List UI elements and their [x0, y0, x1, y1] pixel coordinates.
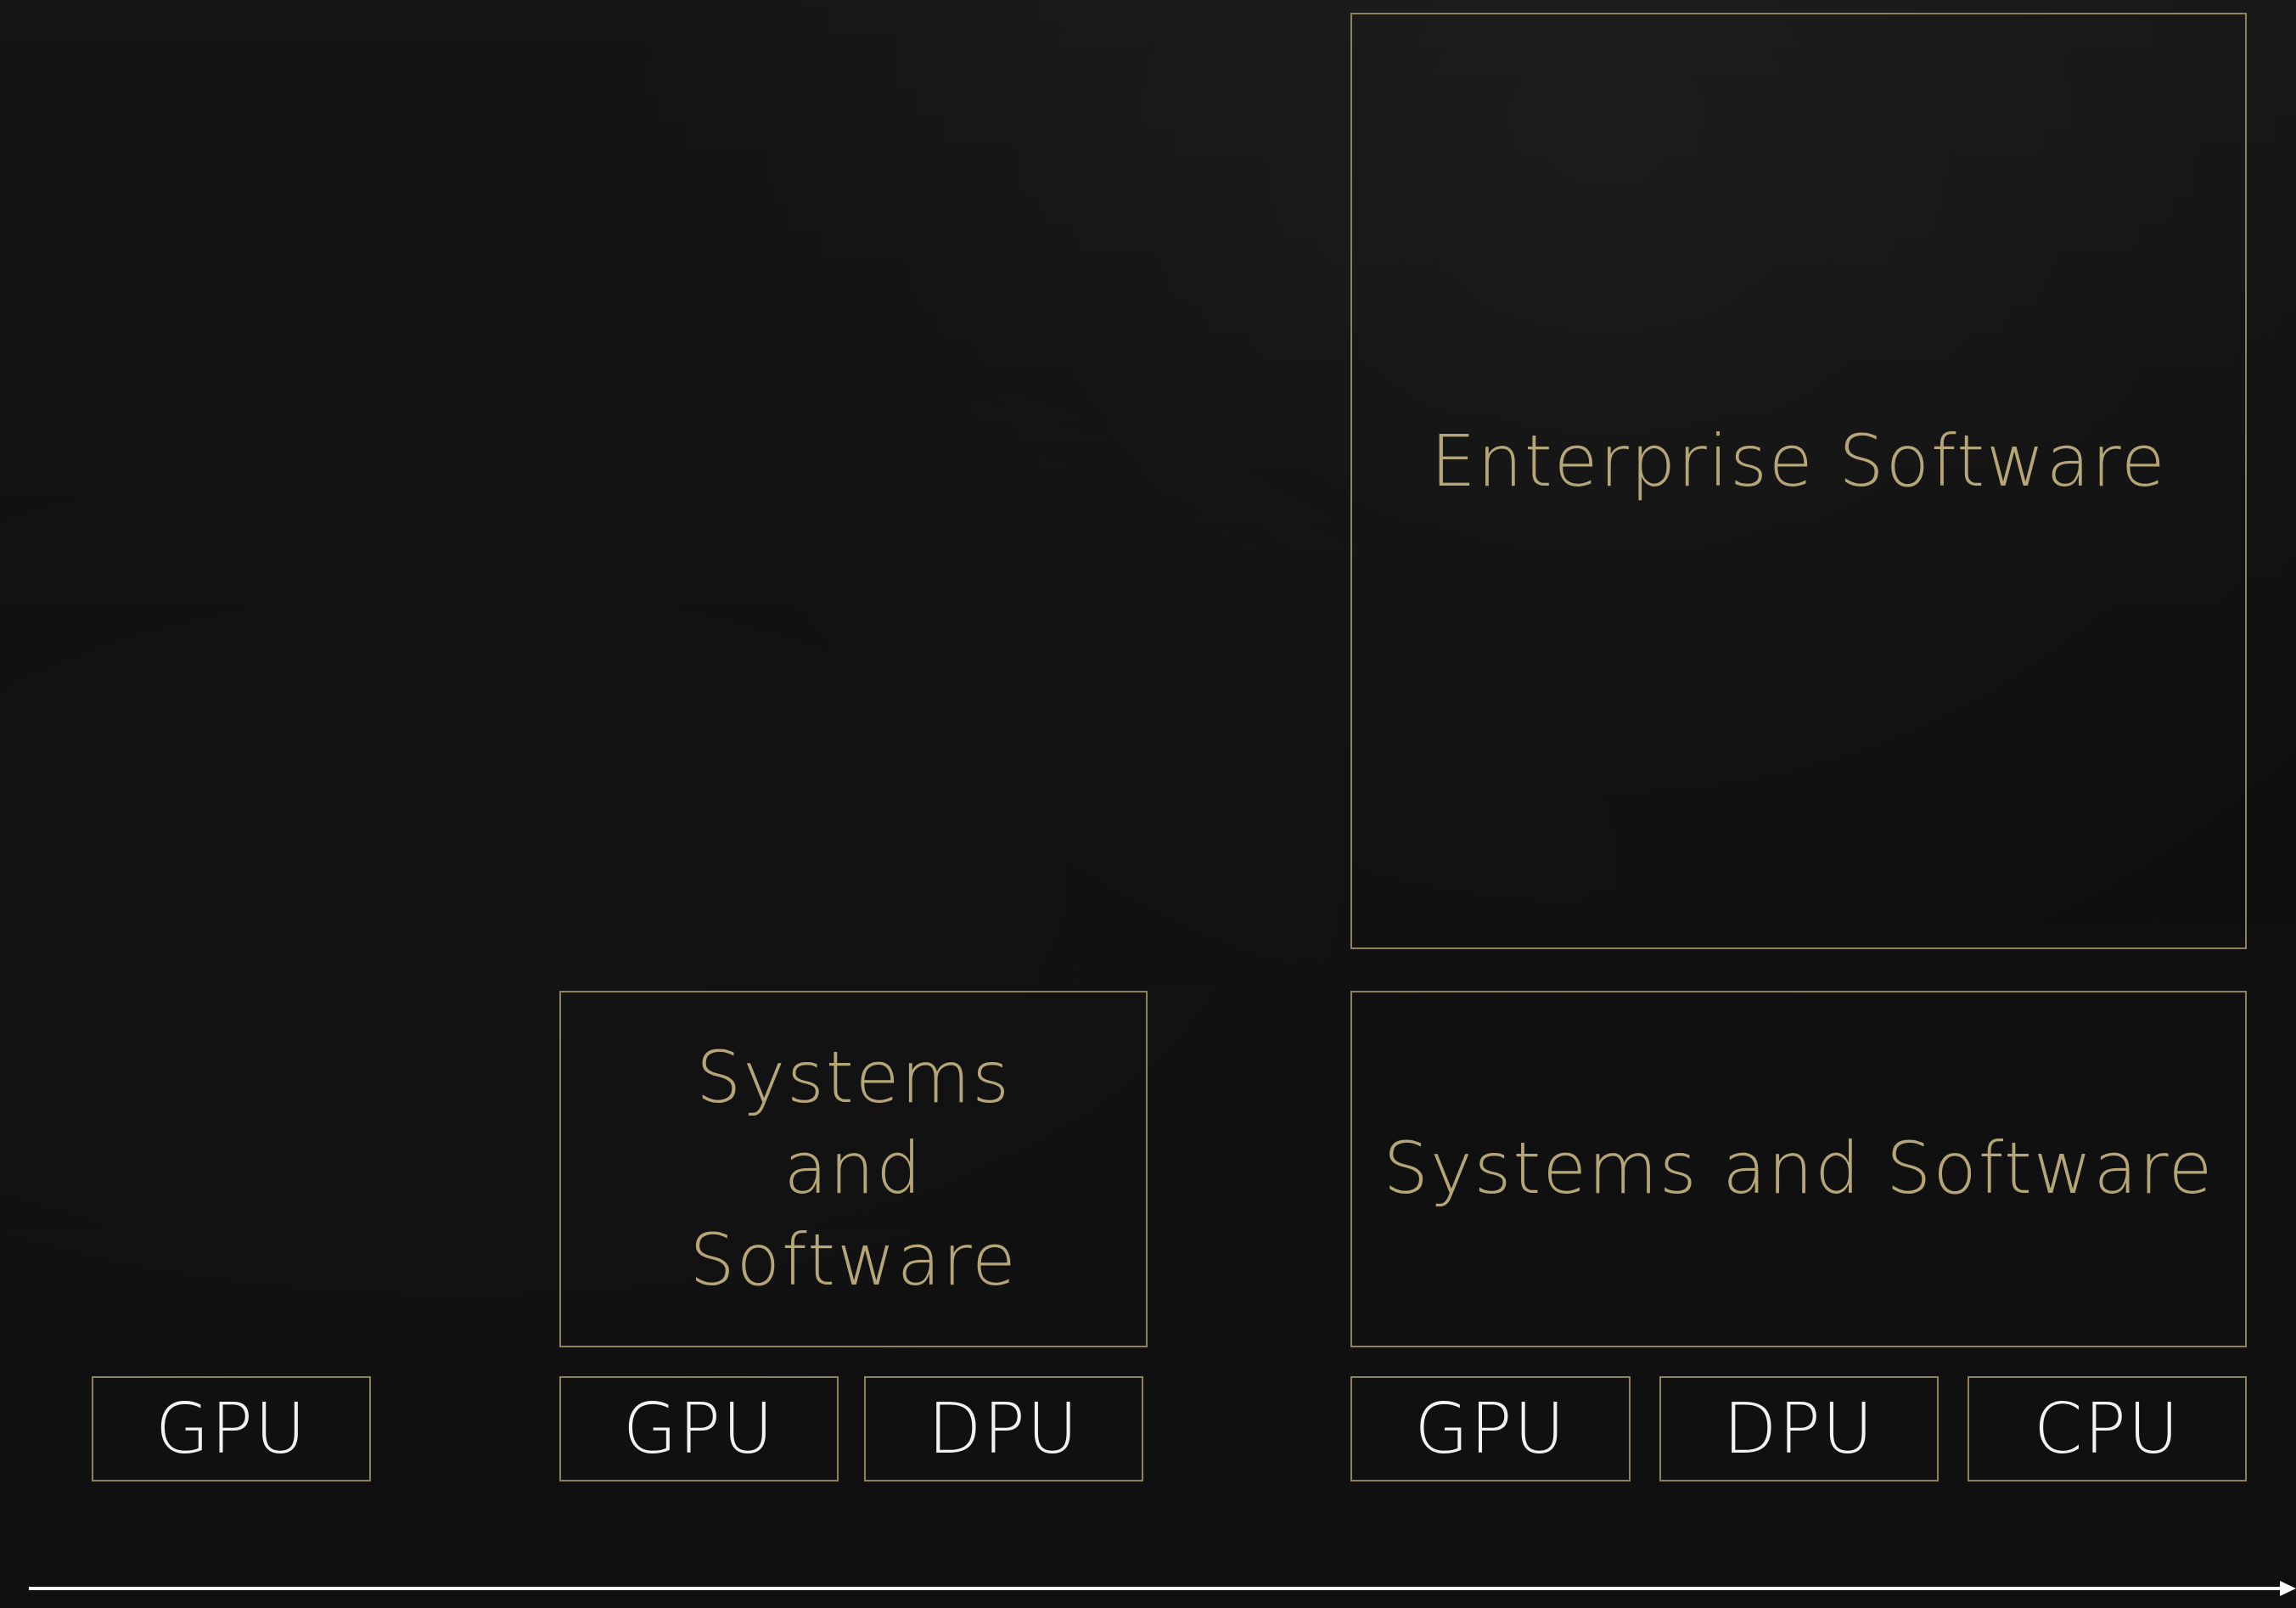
stage2-dpu-box: DPU	[864, 1376, 1143, 1481]
stage1-gpu-label: GPU	[154, 1388, 307, 1470]
stage3-gpu-label: GPU	[1414, 1388, 1567, 1470]
stage3-systems-software-box: Systems and Software	[1350, 991, 2247, 1347]
stage2-systems-software-label: Systems and Software	[689, 1035, 1018, 1302]
stage2-gpu-box: GPU	[559, 1376, 839, 1481]
stage2-gpu-label: GPU	[622, 1388, 775, 1470]
stage3-gpu-box: GPU	[1350, 1376, 1631, 1481]
stage1-gpu-box: GPU	[92, 1376, 371, 1481]
stage3-enterprise-software-label: Enterprise Software	[1430, 419, 2167, 503]
stage3-dpu-label: DPU	[1723, 1388, 1875, 1470]
stage3-cpu-label: CPU	[2034, 1388, 2181, 1470]
stage2-systems-software-box: Systems and Software	[559, 991, 1148, 1347]
stage3-systems-software-label: Systems and Software	[1383, 1127, 2215, 1211]
timeline-arrowhead	[2280, 1581, 2296, 1596]
stage3-enterprise-software-box: Enterprise Software	[1350, 13, 2247, 949]
stage3-dpu-box: DPU	[1659, 1376, 1939, 1481]
stage3-cpu-box: CPU	[1968, 1376, 2247, 1481]
stage2-dpu-label: DPU	[928, 1388, 1080, 1470]
